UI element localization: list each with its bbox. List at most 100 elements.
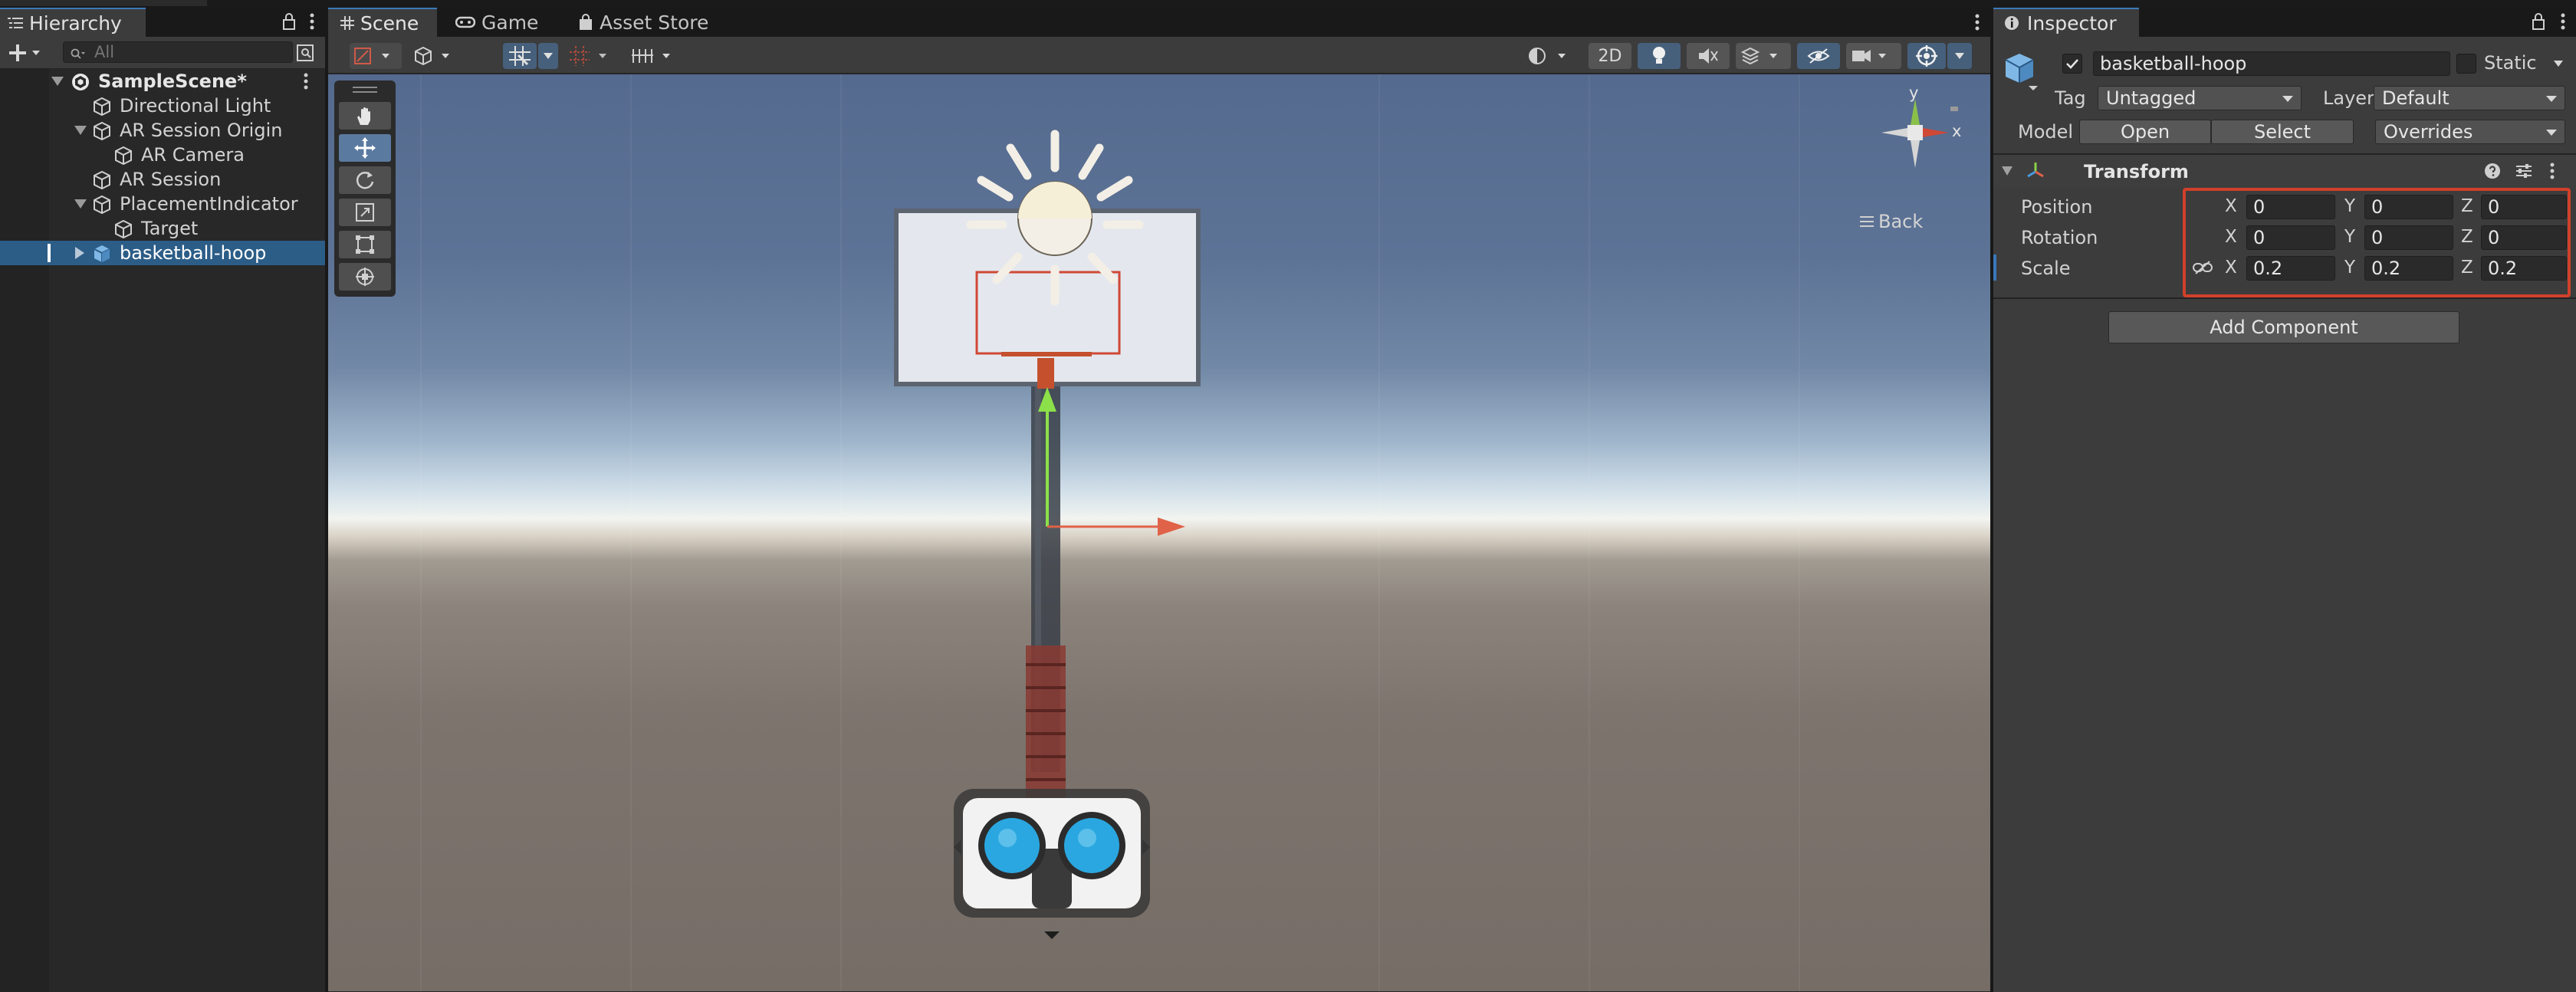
list-icon	[8, 16, 23, 30]
static-label: Static	[2484, 52, 2537, 74]
tag-dropdown[interactable]: Untagged	[2098, 86, 2302, 110]
hierarchy-toolbar	[0, 37, 325, 69]
add-component-button[interactable]: Add Component	[2108, 311, 2459, 343]
hierarchy-item[interactable]: PlacementIndicator	[0, 192, 325, 216]
top-strip	[0, 0, 2576, 8]
drag-handle[interactable]	[353, 87, 377, 88]
increment-snap-dropdown[interactable]	[567, 43, 618, 69]
inspector-panel: Inspector Static Tag Untagged Layer Defa…	[1993, 8, 2576, 992]
menu-icon	[1860, 215, 1874, 228]
gameobject-cube-icon	[92, 170, 110, 190]
rotate-tool-button[interactable]	[339, 166, 391, 194]
hierarchy-item[interactable]: Target	[0, 216, 325, 241]
scale-tool-button[interactable]	[339, 199, 391, 226]
hierarchy-item-label: AR Session	[120, 169, 222, 190]
shading-dropdown[interactable]	[411, 43, 463, 69]
hand-tool-button[interactable]	[339, 102, 391, 130]
lock-icon[interactable]	[2532, 12, 2545, 31]
lock-icon[interactable]	[282, 12, 296, 31]
orientation-gizmo[interactable]: y x	[1854, 84, 1976, 195]
gameobject-cube-icon	[92, 97, 110, 117]
hidden-objects-toggle[interactable]	[1797, 43, 1840, 69]
hierarchy-item-selected[interactable]: basketball-hoop	[0, 241, 325, 265]
open-button[interactable]: Open	[2079, 120, 2211, 144]
gameobject-cube-icon	[92, 195, 110, 215]
select-button[interactable]: Select	[2211, 120, 2354, 144]
tools-overlay	[334, 80, 396, 297]
grid-snap-dropdown[interactable]	[538, 43, 558, 69]
scene-more-options-icon[interactable]	[1975, 13, 1980, 31]
position-label: Position	[2021, 196, 2093, 218]
gamepad-icon	[455, 16, 475, 28]
tab-hierarchy[interactable]: Hierarchy	[0, 8, 146, 37]
gizmos-dropdown[interactable]	[1947, 43, 1972, 69]
hierarchy-scene-row[interactable]: SampleScene*	[0, 69, 325, 94]
hierarchy-item[interactable]: AR Session	[0, 167, 325, 192]
transform-highlight-box	[2183, 188, 2571, 297]
transform-label: Transform	[2084, 161, 2189, 182]
active-checkbox[interactable]	[2062, 54, 2082, 74]
fold-open-icon[interactable]	[51, 75, 64, 89]
hierarchy-item[interactable]: AR Camera	[0, 143, 325, 167]
overrides-dropdown[interactable]: Overrides	[2375, 120, 2565, 144]
add-icon[interactable]	[9, 43, 43, 63]
hierarchy-item-label: basketball-hoop	[120, 242, 267, 264]
tab-game-label: Game	[481, 11, 539, 34]
hierarchy-item-label: Target	[141, 218, 199, 239]
more-options-icon[interactable]	[310, 12, 314, 31]
tab-game[interactable]: Game	[443, 8, 550, 37]
gameobject-cube-icon	[113, 146, 132, 166]
audio-toggle[interactable]	[1687, 43, 1730, 69]
hierarchy-item[interactable]: AR Session Origin	[0, 118, 325, 143]
transform-header[interactable]: Transform	[1993, 155, 2576, 189]
mode-2d-button[interactable]: 2D	[1589, 43, 1631, 69]
fold-closed-icon[interactable]	[74, 246, 87, 260]
rotation-label: Rotation	[2021, 227, 2098, 248]
static-dropdown-icon[interactable]	[2553, 60, 2564, 67]
view-back-label[interactable]: Back	[1860, 211, 1923, 232]
move-tool-button[interactable]	[339, 134, 391, 162]
transform-icon	[2026, 161, 2045, 181]
scene-more-icon[interactable]	[304, 72, 308, 90]
hierarchy-item[interactable]: Directional Light	[0, 94, 325, 118]
unity-scene-icon	[71, 72, 89, 90]
prefab-cube-icon[interactable]	[2001, 51, 2044, 94]
static-checkbox[interactable]	[2456, 54, 2476, 74]
presets-icon[interactable]	[2515, 163, 2533, 179]
scene-lighting-toggle[interactable]	[1638, 43, 1681, 69]
scale-label: Scale	[2021, 258, 2071, 279]
effects-dropdown[interactable]	[1736, 43, 1791, 69]
gizmos-toggle[interactable]	[1907, 43, 1946, 69]
object-name-field[interactable]	[2093, 51, 2450, 76]
back-label-text: Back	[1878, 211, 1924, 232]
rect-tool-button[interactable]	[339, 231, 391, 258]
gizmo-y-label: y	[1909, 84, 1919, 102]
tab-inspector[interactable]: Inspector	[1993, 8, 2139, 37]
help-icon[interactable]	[2484, 163, 2501, 179]
more-options-icon[interactable]	[2561, 12, 2565, 31]
transform-tool-button[interactable]	[339, 263, 391, 291]
scene-viewport[interactable]: y x Back	[328, 74, 1990, 991]
hierarchy-search-input[interactable]	[63, 41, 293, 63]
fold-open-icon[interactable]	[2001, 166, 2013, 176]
grid-snap-button[interactable]	[503, 43, 537, 69]
gizmo-x-label: x	[1952, 122, 1962, 140]
tab-scene[interactable]: Scene	[328, 8, 437, 37]
snap-settings-dropdown[interactable]	[627, 43, 682, 69]
bag-icon	[578, 14, 593, 31]
lighting-dropdown[interactable]	[1524, 43, 1579, 69]
layer-dropdown[interactable]: Default	[2374, 86, 2565, 110]
tag-label: Tag	[2055, 87, 2086, 109]
fold-open-icon[interactable]	[74, 124, 87, 138]
camera-dropdown[interactable]	[1846, 43, 1901, 69]
layer-label: Layer	[2323, 87, 2374, 109]
separator	[1993, 297, 2576, 299]
tab-asset-store[interactable]: Asset Store	[566, 8, 721, 37]
scene-toolbar: 2D	[328, 37, 1990, 74]
search-options-icon[interactable]	[296, 44, 316, 62]
draw-mode-dropdown[interactable]	[350, 43, 402, 69]
fold-open-icon[interactable]	[74, 198, 87, 212]
gameobject-cube-icon	[92, 121, 110, 141]
tag-value: Untagged	[2106, 87, 2196, 109]
component-more-icon[interactable]	[2550, 163, 2555, 179]
